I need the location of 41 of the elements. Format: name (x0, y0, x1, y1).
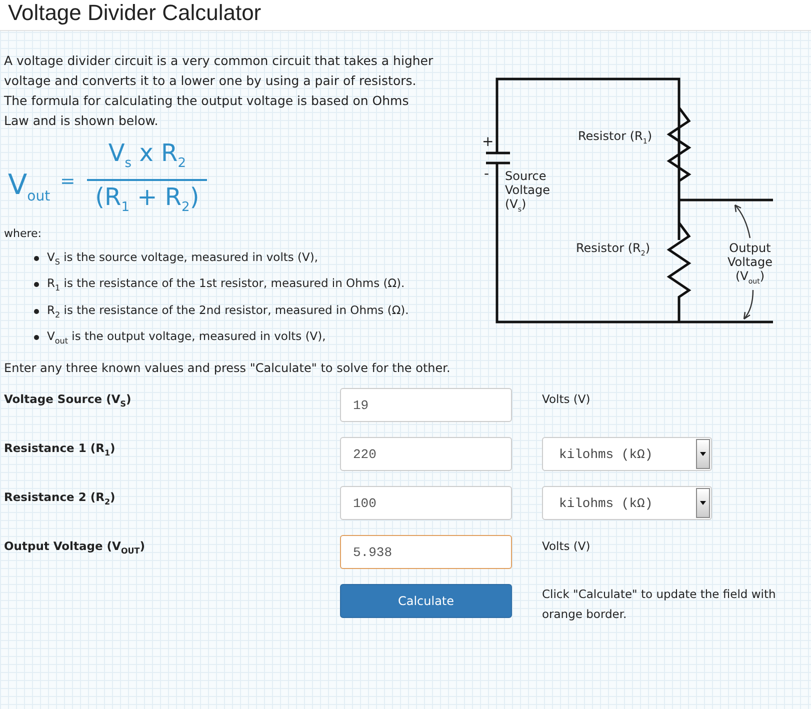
unit-label: Volts (V) (542, 538, 590, 554)
instruction-text: Enter any three known values and press "Calculate" to solve for the other. (4, 361, 450, 376)
field-label: Output Voltage (V$_{OUT}$) (4, 538, 145, 556)
arrow-icon (734, 204, 751, 238)
minus-sign: - (484, 167, 490, 181)
equals-sign: = (60, 170, 76, 192)
value-field[interactable]: 100 (340, 486, 512, 520)
field-label: Resistance 1 (R$_{1}$) (4, 440, 116, 458)
field-label: Voltage Source (V$_{S}$) (4, 391, 132, 408)
definition-text: R$_{1}$ is the resistance of the 1st resistor, measured in Ohms (Ω). (47, 275, 405, 295)
unit-dropdown[interactable]: kilohms (kΩ) (542, 437, 712, 472)
page-title: Voltage Divider Calculator (8, 0, 262, 26)
field-label: Resistance 2 (R$_{2}$) (4, 489, 116, 506)
diagram-label: Resistor (R$_{1}$) (578, 129, 652, 148)
formula-denominator: (R$_{1}$ + R$_{2}$) (95, 182, 200, 217)
definition-text: R$_{2}$ is the resistance of the 2nd resistor, measured in Ohms (Ω). (47, 302, 409, 321)
caret-icon[interactable] (696, 439, 710, 470)
value-field[interactable]: 19 (340, 388, 512, 422)
bullet-icon (34, 334, 39, 340)
unit-dropdown[interactable]: kilohms (kΩ) (542, 486, 712, 520)
plus-sign: + (482, 135, 494, 149)
formula-output: V$_{out}$ (8, 168, 50, 204)
definition-text: V$_{S}$ is the source voltage, measured in volts (V), (47, 249, 318, 268)
bullet-icon (34, 308, 39, 314)
value-field[interactable]: 220 (340, 437, 512, 472)
bullet-icon (34, 282, 39, 288)
arrow-icon (743, 290, 754, 320)
value-field[interactable]: 5.938 (340, 535, 512, 570)
diagram-label: Resistor (R$_{2}$) (576, 241, 650, 260)
definition-text: V$_{out}$ is the output voltage, measured in volts (V), (47, 328, 326, 348)
hint-text: Click "Calculate" to update the field with orange border. (542, 586, 777, 624)
intro-paragraph: A voltage divider circuit is a very common circuit that takes a higher voltage and converts it to a lower one by using a pair of resistors. The formula for calculating the output voltage is based on Ohms Law and is shown below. (4, 52, 434, 130)
calculate-button[interactable]: Calculate (340, 584, 512, 618)
battery-icon (484, 152, 512, 164)
diagram-label: Output Voltage (V$_{out}$) (726, 241, 774, 288)
bullet-icon (34, 256, 39, 261)
caret-icon[interactable] (696, 488, 710, 518)
unit-label: Volts (V) (542, 391, 590, 406)
formula-numerator: V$_{s}$ x R$_{2}$ (107, 138, 187, 173)
where-label: where: (4, 227, 42, 240)
diagram-label: Source Voltage (V$_{s}$) (505, 169, 552, 216)
